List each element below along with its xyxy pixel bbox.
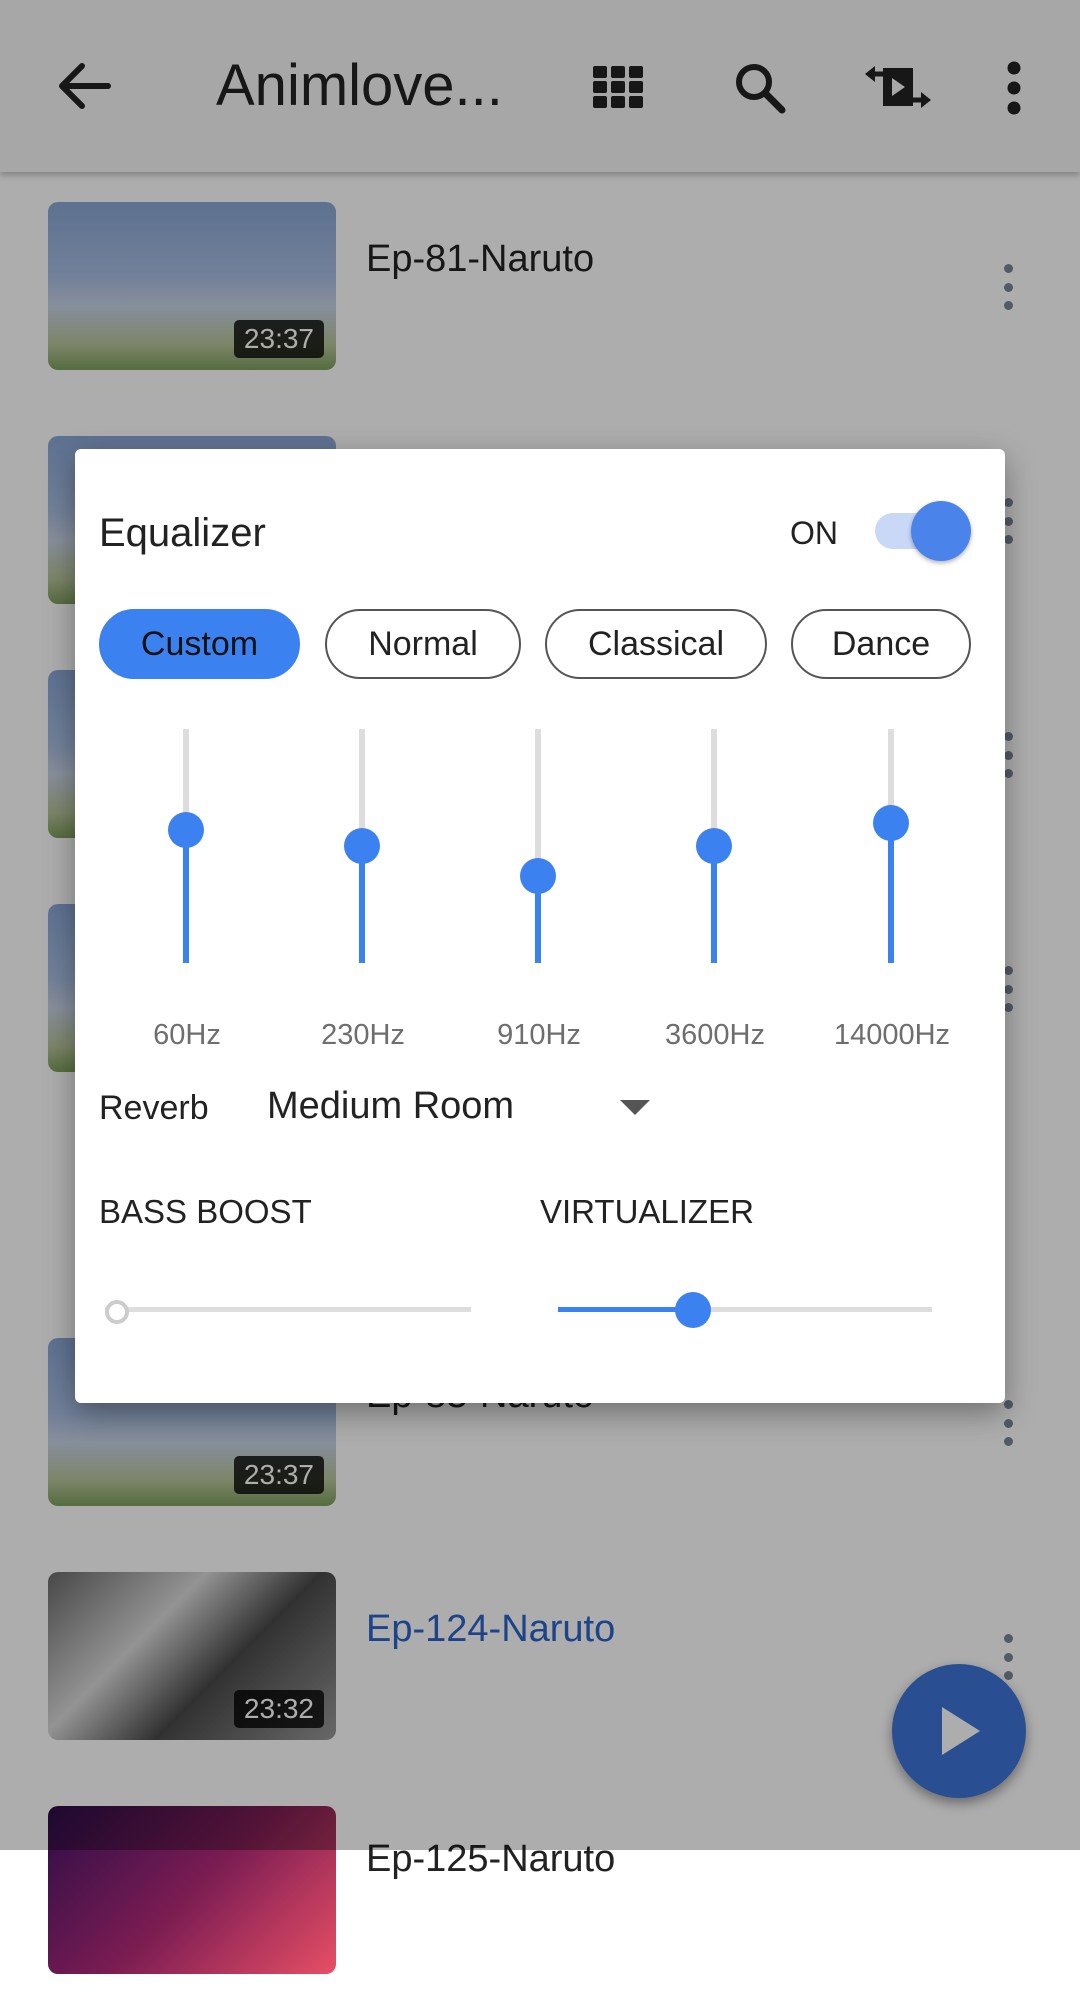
band-thumb[interactable] — [520, 858, 556, 895]
band-910hz[interactable]: 910Hz — [469, 729, 609, 1059]
preset-dance[interactable]: Dance — [791, 609, 971, 679]
dialog-title: Equalizer — [99, 511, 266, 555]
band-label: 230Hz — [321, 1019, 405, 1051]
bass-boost-slider[interactable] — [105, 1289, 471, 1329]
band-60hz[interactable]: 60Hz — [117, 729, 257, 1059]
band-label: 910Hz — [497, 1019, 581, 1051]
slider-thumb[interactable] — [674, 1292, 711, 1328]
equalizer-toggle[interactable] — [875, 501, 975, 561]
reverb-label: Reverb — [99, 1089, 209, 1127]
band-label: 60Hz — [153, 1019, 221, 1051]
virtualizer-label: VIRTUALIZER — [540, 1193, 754, 1230]
band-thumb[interactable] — [168, 811, 204, 848]
band-thumb[interactable] — [873, 804, 909, 841]
slider-thumb[interactable] — [105, 1300, 129, 1324]
band-thumb[interactable] — [344, 828, 380, 864]
preset-normal[interactable]: Normal — [325, 609, 521, 679]
band-14000hz[interactable]: 14000Hz — [822, 729, 962, 1059]
band-230hz[interactable]: 230Hz — [293, 729, 433, 1059]
band-thumb[interactable] — [696, 828, 732, 864]
band-3600hz[interactable]: 3600Hz — [645, 729, 785, 1059]
band-label: 14000Hz — [833, 1019, 951, 1051]
band-label: 3600Hz — [665, 1019, 765, 1051]
dropdown-arrow-icon[interactable] — [620, 1100, 650, 1115]
bass-boost-label: BASS BOOST — [99, 1193, 312, 1230]
preset-classical[interactable]: Classical — [545, 609, 767, 679]
reverb-dropdown[interactable]: Medium Room — [267, 1085, 514, 1128]
toggle-knob — [911, 501, 971, 561]
preset-custom[interactable]: Custom — [99, 609, 300, 679]
equalizer-dialog: Equalizer ON Custom Normal Classical Dan… — [75, 449, 1005, 1403]
virtualizer-slider[interactable] — [558, 1289, 932, 1329]
toggle-label: ON — [790, 515, 838, 551]
